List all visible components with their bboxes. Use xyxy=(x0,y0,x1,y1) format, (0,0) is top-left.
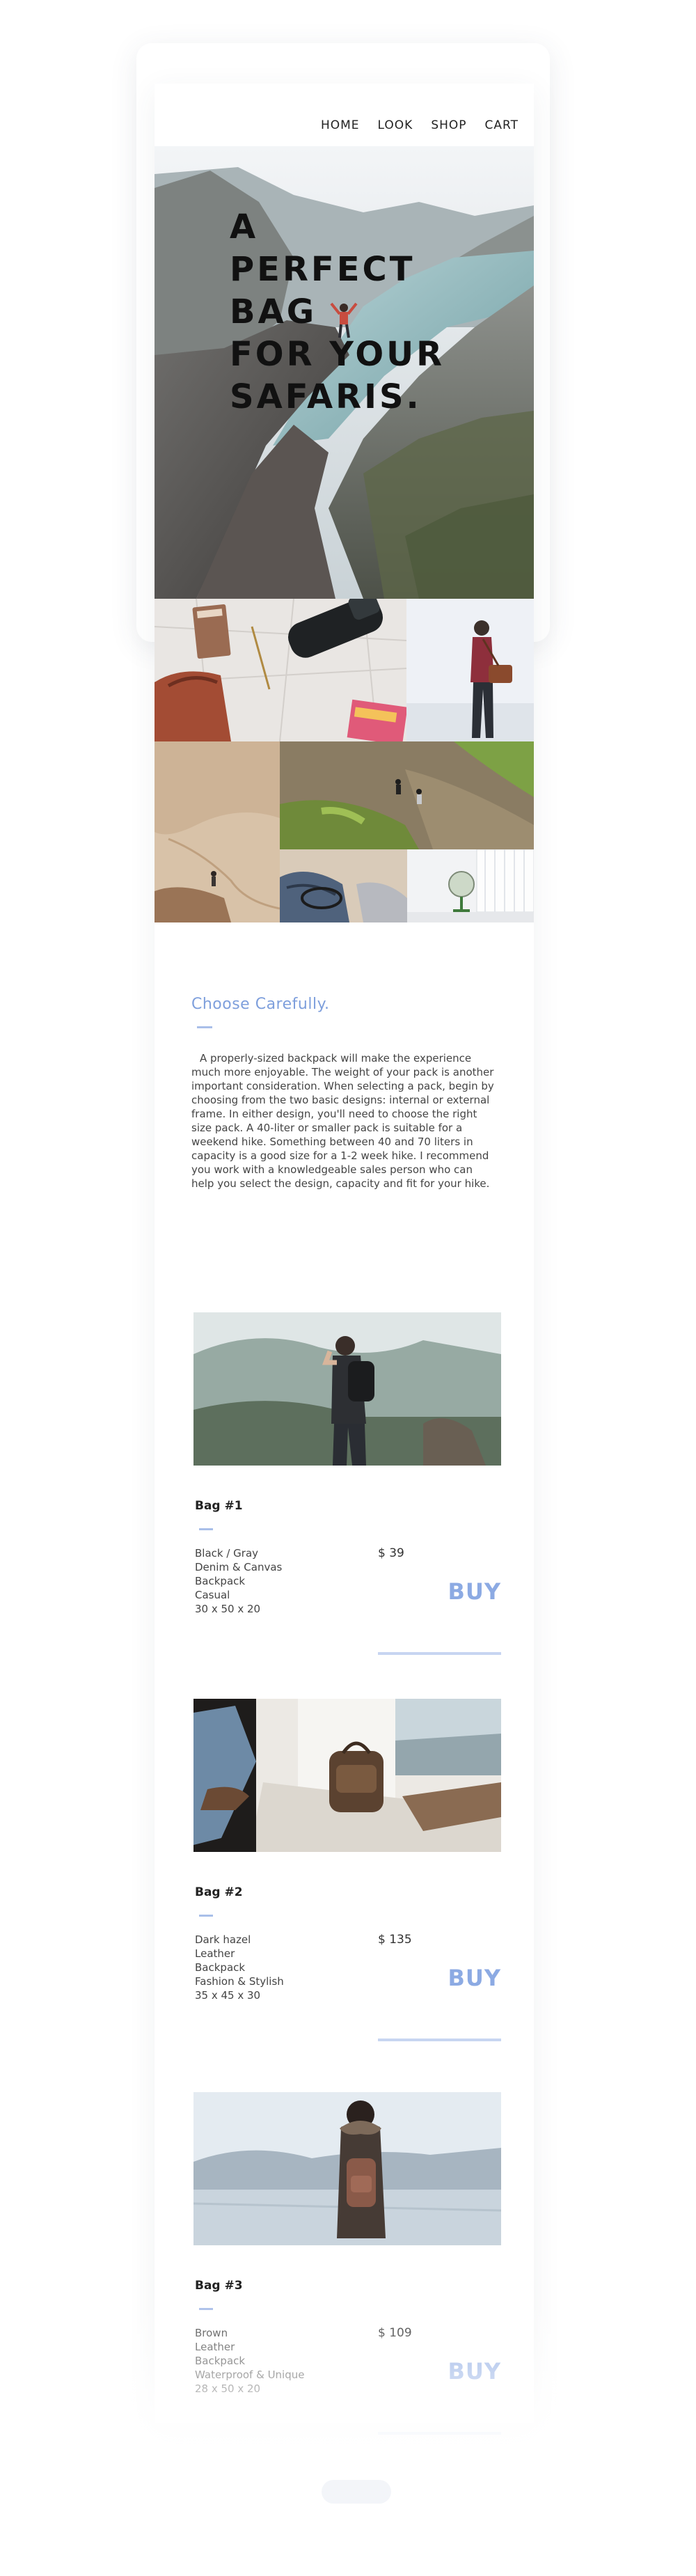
product-photo-1 xyxy=(193,1312,501,1466)
heading-underline xyxy=(197,1026,212,1028)
product-price-3: $ 109 xyxy=(378,2326,412,2340)
shoes-and-bag-icon xyxy=(280,849,407,922)
spec-color-3: Brown xyxy=(195,2327,228,2339)
spec-style-3: Waterproof & Unique xyxy=(195,2369,305,2381)
spec-size-1: 30 x 50 x 20 xyxy=(195,1603,261,1615)
main-nav: HOME LOOK SHOP CART xyxy=(321,118,519,132)
product-card-1: Bag #1 Black / Gray Denim & Canvas Backp… xyxy=(193,1312,501,1660)
product-divider-3 xyxy=(378,2432,501,2435)
spec-material-1: Denim & Canvas xyxy=(195,1561,283,1573)
globe-by-window-icon xyxy=(407,849,534,922)
product-specs-1: Black / Gray Denim & Canvas Backpack Cas… xyxy=(195,1546,282,1616)
product-name-underline-3 xyxy=(199,2308,213,2310)
buy-button-3[interactable]: BUY xyxy=(448,2358,501,2385)
product-name-underline-1 xyxy=(199,1528,213,1530)
buy-button-1[interactable]: BUY xyxy=(448,1578,501,1605)
product-specs-3: Brown Leather Backpack Waterproof & Uniq… xyxy=(195,2326,304,2396)
spec-size-2: 35 x 45 x 30 xyxy=(195,1989,261,2002)
collage-tile-shoes xyxy=(280,849,407,922)
spec-color-1: Black / Gray xyxy=(195,1547,259,1560)
product-divider-2 xyxy=(378,2039,501,2041)
desert-hiker-icon xyxy=(155,741,280,922)
hero-title: A PERFECT BAG FOR YOUR SAFARIS. xyxy=(230,207,445,416)
spec-material-2: Leather xyxy=(195,1947,235,1960)
collage-tile-globe xyxy=(407,849,534,922)
nav-home[interactable]: HOME xyxy=(321,118,360,132)
product-photo-3 xyxy=(193,2092,501,2245)
product-photo-2 xyxy=(193,1699,501,1852)
collage-tile-hiker xyxy=(406,599,534,741)
product-card-3: Bag #3 Brown Leather Backpack Waterproof… xyxy=(193,2092,501,2440)
hiker-with-bag-icon xyxy=(406,599,534,741)
spec-color-2: Dark hazel xyxy=(195,1933,251,1946)
product-price-1: $ 39 xyxy=(378,1546,404,1560)
product-name-3: Bag #3 xyxy=(195,2279,243,2293)
product-name-1: Bag #1 xyxy=(195,1499,243,1513)
product-price-2: $ 135 xyxy=(378,1933,412,1947)
photographer-with-backpack-icon xyxy=(193,1312,501,1466)
product-name-2: Bag #2 xyxy=(195,1885,243,1899)
product-name-underline-2 xyxy=(199,1915,213,1917)
product-card-2: Bag #2 Dark hazel Leather Backpack Fashi… xyxy=(193,1699,501,2047)
map-with-travel-gear-icon xyxy=(155,599,406,741)
hero-banner: A PERFECT BAG FOR YOUR SAFARIS. xyxy=(155,146,534,599)
nav-shop[interactable]: SHOP xyxy=(431,118,466,132)
collage-tile-hillside xyxy=(280,741,534,849)
spec-style-2: Fashion & Stylish xyxy=(195,1975,284,1988)
spec-type-1: Backpack xyxy=(195,1575,246,1587)
product-specs-2: Dark hazel Leather Backpack Fashion & St… xyxy=(195,1933,284,2002)
spec-type-3: Backpack xyxy=(195,2355,246,2367)
product-divider-1 xyxy=(378,1652,501,1655)
woman-with-backpack-at-lake-icon xyxy=(193,2092,501,2245)
collage-tile-map xyxy=(155,599,406,741)
spec-material-3: Leather xyxy=(195,2341,235,2353)
spec-type-2: Backpack xyxy=(195,1961,246,1974)
collage-tile-desert xyxy=(155,741,280,922)
photo-collage xyxy=(155,599,534,922)
section-heading: Choose Carefully. xyxy=(191,996,330,1013)
spec-size-3: 28 x 50 x 20 xyxy=(195,2382,261,2395)
intro-paragraph: A properly-sized backpack will make the … xyxy=(191,1052,494,1190)
spec-style-1: Casual xyxy=(195,1589,230,1601)
buy-button-2[interactable]: BUY xyxy=(448,1965,501,1991)
nav-cart[interactable]: CART xyxy=(485,118,519,132)
nav-look[interactable]: LOOK xyxy=(378,118,413,132)
green-hillside-hikers-icon xyxy=(280,741,534,849)
leather-backpack-on-boat-icon xyxy=(193,1699,501,1852)
faded-footer-pill xyxy=(322,2480,391,2504)
